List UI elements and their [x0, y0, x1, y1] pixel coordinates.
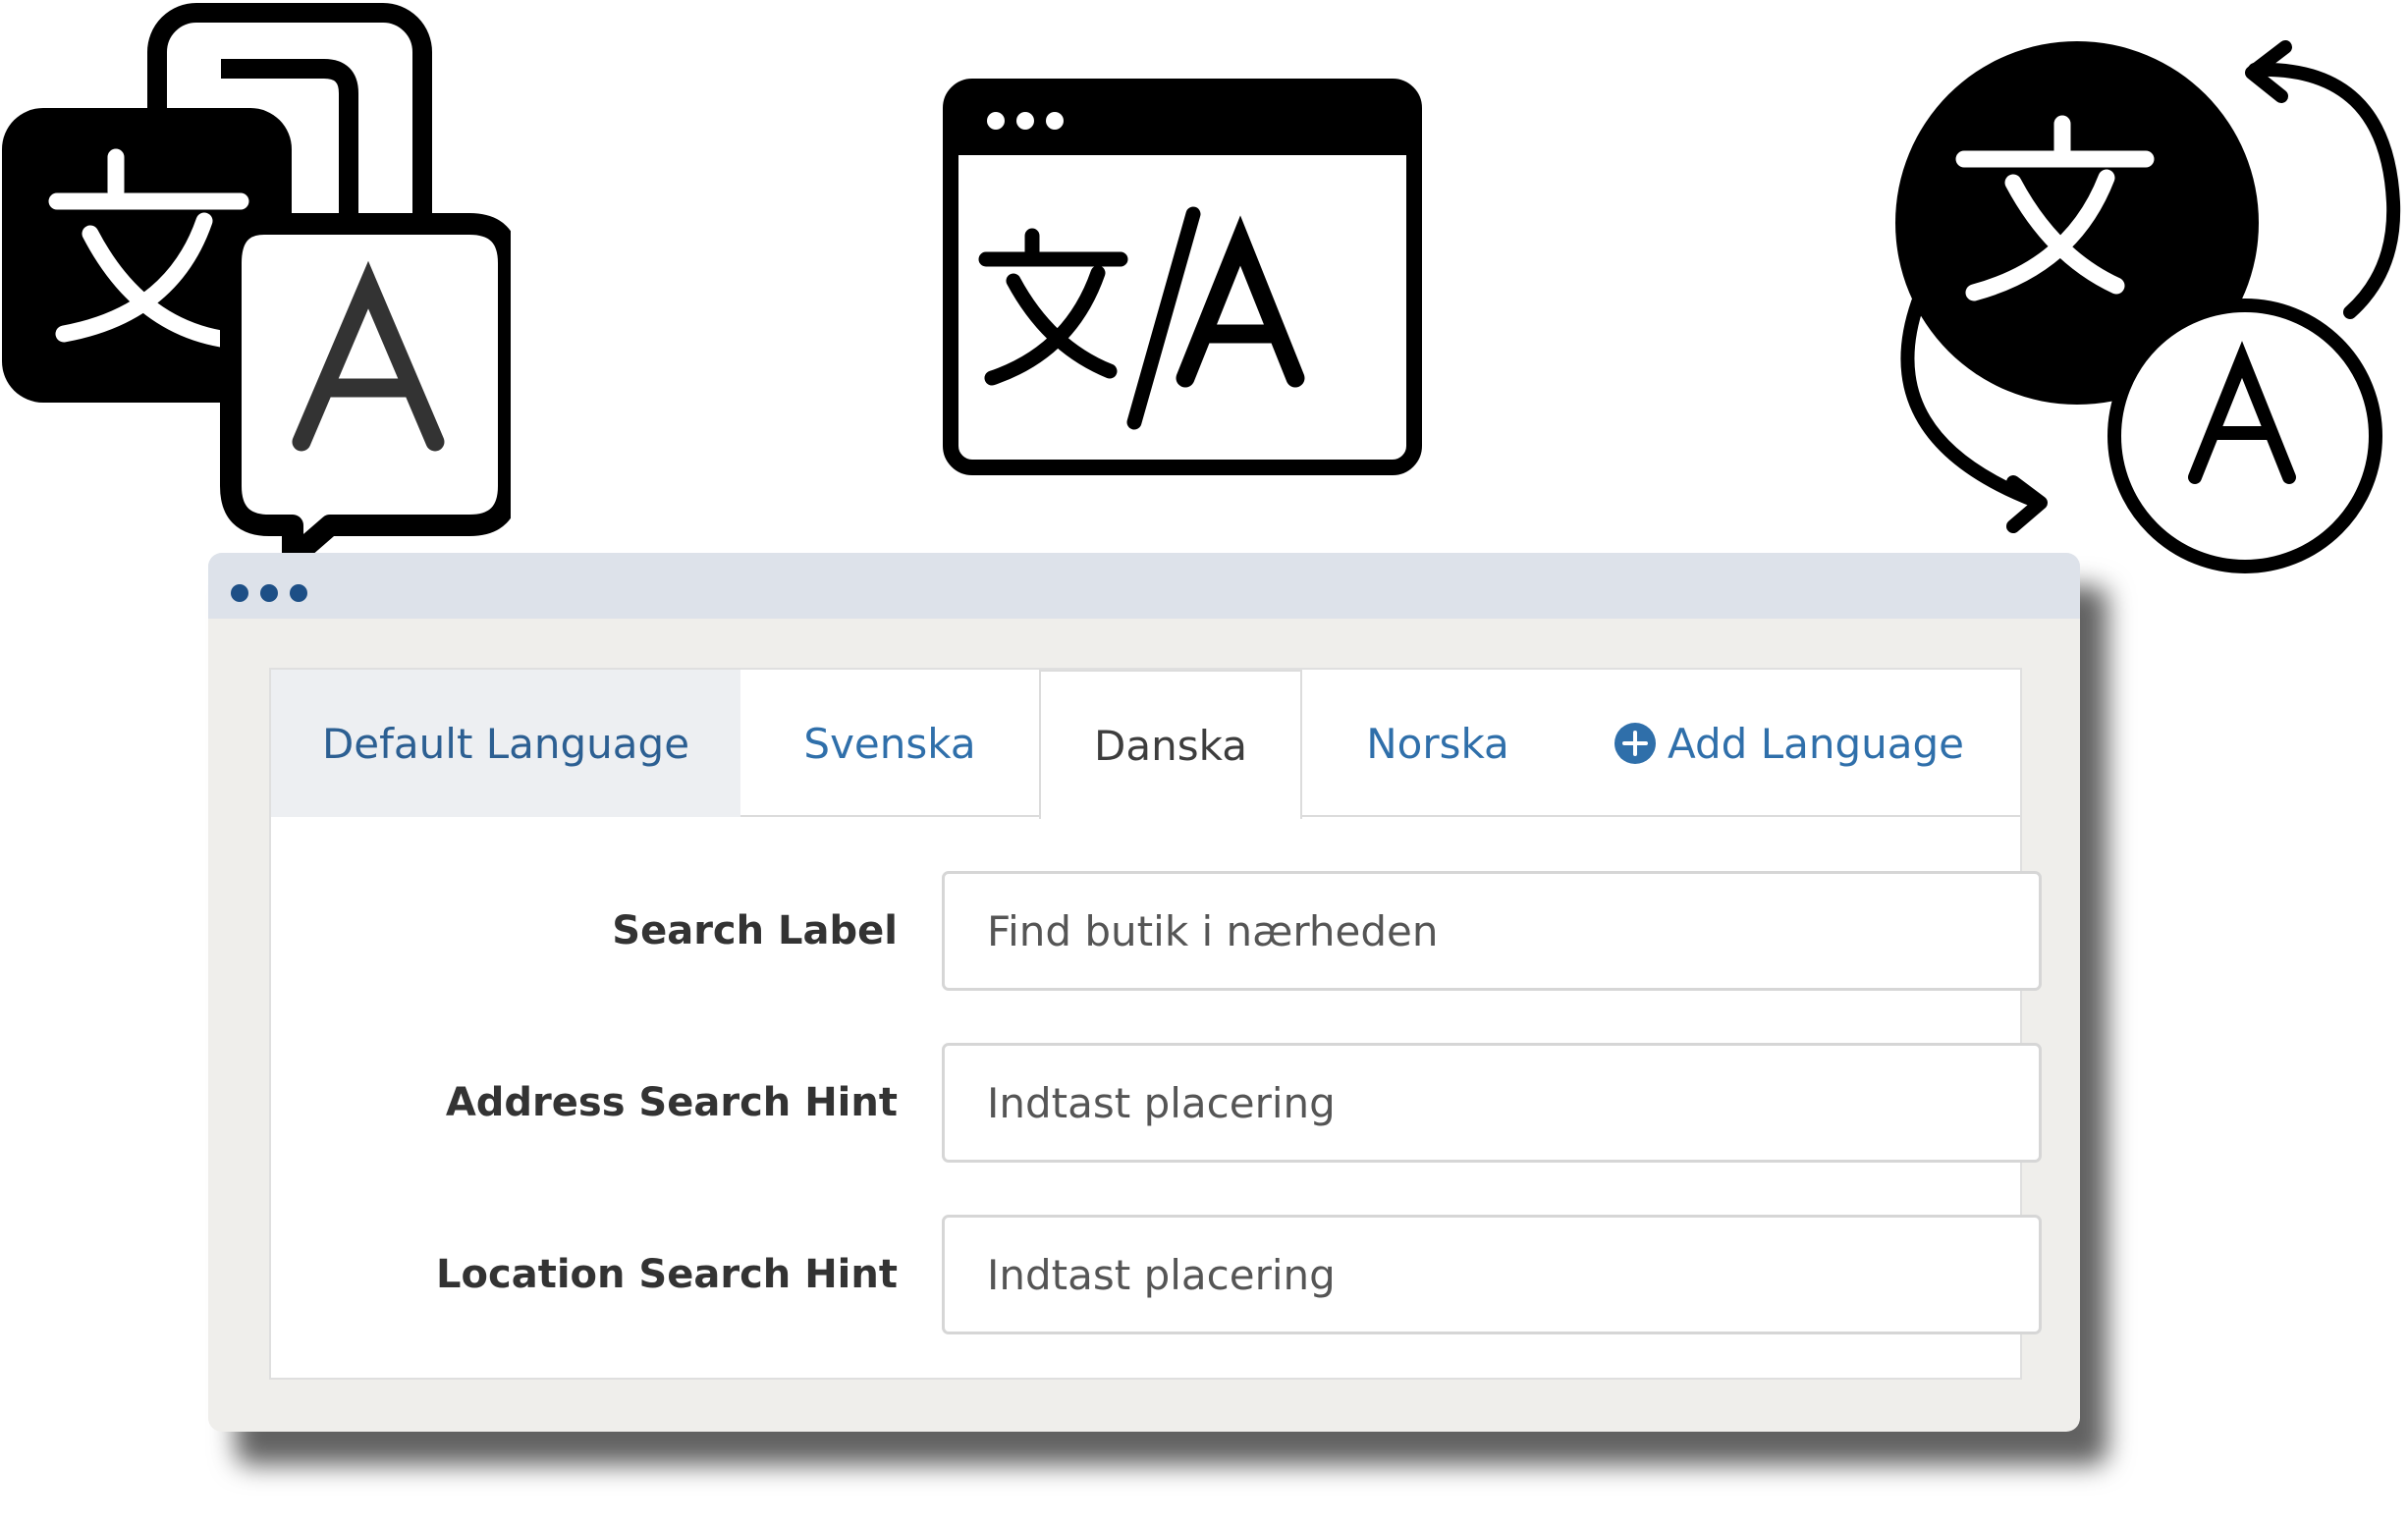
location-search-hint-input[interactable] [942, 1215, 2042, 1334]
window-dot [290, 584, 307, 602]
tab-label: Norska [1366, 719, 1509, 768]
add-language-button[interactable]: Add Language [1573, 670, 2005, 817]
address-search-hint-input[interactable] [942, 1043, 2042, 1163]
form-row-address-hint: Address Search Hint [271, 1043, 2042, 1163]
app-window: Default Language Svenska Danska Norska A… [208, 553, 2080, 1432]
tab-label: Danska [1094, 721, 1247, 770]
tab-danska[interactable]: Danska [1039, 670, 1302, 819]
stage: Default Language Svenska Danska Norska A… [0, 0, 2408, 1523]
address-search-hint-label: Address Search Hint [445, 1080, 898, 1125]
language-tabs: Default Language Svenska Danska Norska A… [271, 670, 2020, 819]
form-row-search-label: Search Label [271, 871, 2042, 991]
tab-label: Default Language [321, 719, 690, 768]
tab-label: Svenska [803, 719, 976, 768]
window-dot [260, 584, 278, 602]
add-circle-icon [1614, 723, 1657, 764]
browser-translate-icon [941, 77, 1424, 477]
search-label-label: Search Label [612, 908, 898, 953]
tab-default-language[interactable]: Default Language [271, 670, 740, 817]
add-language-label: Add Language [1668, 719, 1964, 768]
form-row-location-hint: Location Search Hint [271, 1215, 2042, 1334]
tab-norska[interactable]: Norska [1302, 670, 1573, 817]
language-panel: Default Language Svenska Danska Norska A… [269, 668, 2042, 1380]
window-dot [231, 584, 248, 602]
search-label-input[interactable] [942, 871, 2042, 991]
location-search-hint-label: Location Search Hint [436, 1252, 898, 1297]
window-titlebar [208, 553, 2080, 619]
translate-bubbles-icon [0, 0, 511, 560]
translate-cycle-icon [1871, 35, 2408, 573]
tab-svenska[interactable]: Svenska [740, 670, 1039, 817]
